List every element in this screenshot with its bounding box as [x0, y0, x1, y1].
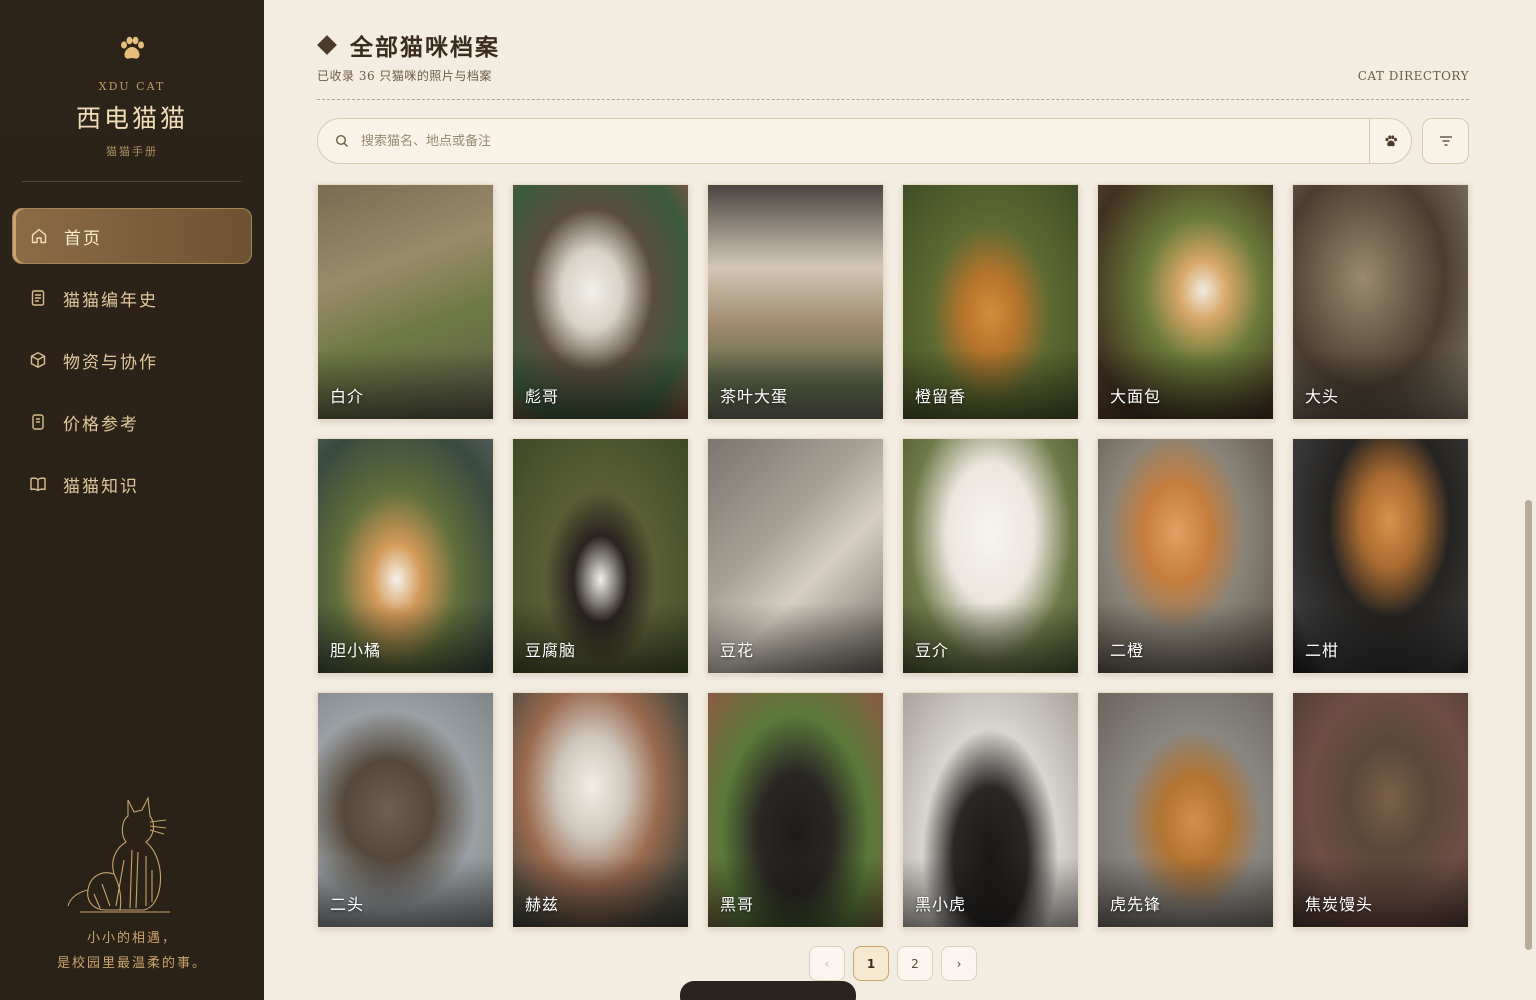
nav-item-supplies[interactable]: 物资与协作: [12, 332, 252, 388]
nav-item-chronicle[interactable]: 猫猫编年史: [12, 270, 252, 326]
cat-card[interactable]: 茶叶大蛋: [707, 184, 884, 420]
bottom-dock[interactable]: [680, 981, 856, 1000]
tagline-line-1: 小小的相遇，: [86, 931, 177, 946]
cat-name: 胆小橘: [330, 641, 382, 660]
cat-name: 虎先锋: [1110, 895, 1162, 914]
nav-label: 首页: [64, 228, 102, 249]
cat-card[interactable]: 豆腐脑: [512, 438, 689, 674]
page-button-2[interactable]: 2: [897, 946, 933, 981]
sidebar: XDU CAT 西电猫猫 猫猫手册 首页 猫猫编年史 物资与协作 价格参考 猫猫…: [0, 0, 264, 1000]
cat-name: 豆花: [720, 641, 755, 660]
cat-card[interactable]: 豆花: [707, 438, 884, 674]
search-icon: [335, 134, 348, 147]
cat-card[interactable]: 橙留香: [902, 184, 1079, 420]
nav-label: 物资与协作: [63, 352, 158, 373]
brand: XDU CAT 西电猫猫 猫猫手册: [0, 0, 264, 159]
scrollbar[interactable]: [1525, 500, 1532, 950]
cat-card[interactable]: 赫兹: [512, 692, 689, 928]
sidebar-tagline: 小小的相遇， 是校园里最温柔的事。: [0, 926, 264, 976]
cat-name: 二橙: [1110, 641, 1145, 660]
nav-label: 猫猫知识: [63, 476, 139, 497]
cat-name: 大面包: [1110, 387, 1162, 406]
cat-name: 赫兹: [525, 895, 560, 914]
page-title: 全部猫咪档案: [350, 34, 500, 61]
cat-card[interactable]: 二柑: [1292, 438, 1469, 674]
cat-name: 白介: [330, 387, 365, 406]
cat-card[interactable]: 白介: [317, 184, 494, 420]
cat-card[interactable]: 豆介: [902, 438, 1079, 674]
next-page-button[interactable]: ›: [941, 946, 977, 981]
cat-card[interactable]: 二橙: [1097, 438, 1274, 674]
sidebar-nav: 首页 猫猫编年史 物资与协作 价格参考 猫猫知识: [12, 208, 252, 518]
pagination: ‹ 1 2 ›: [809, 946, 977, 981]
search-input[interactable]: [361, 133, 1369, 149]
header-divider: [317, 99, 1469, 100]
cat-card[interactable]: 大面包: [1097, 184, 1274, 420]
cat-sketch-illustration: [67, 796, 170, 913]
prev-page-button[interactable]: ‹: [809, 946, 845, 981]
cat-card[interactable]: 黑哥: [707, 692, 884, 928]
cat-name: 二柑: [1305, 641, 1340, 660]
directory-label: CAT DIRECTORY: [1357, 69, 1469, 83]
cat-card[interactable]: 彪哥: [512, 184, 689, 420]
cat-name: 大头: [1305, 387, 1340, 406]
nav-item-home[interactable]: 首页: [12, 208, 252, 264]
cat-card[interactable]: 胆小橘: [317, 438, 494, 674]
cat-card[interactable]: 二头: [317, 692, 494, 928]
brand-name: 西电猫猫: [75, 104, 188, 133]
search-bar: [317, 118, 1412, 164]
document-icon: [31, 290, 45, 306]
paw-search-button[interactable]: [1369, 119, 1411, 163]
page-subtitle: 已收录 36 只猫咪的照片与档案: [317, 69, 492, 83]
book-icon: [30, 477, 46, 492]
page-button-1[interactable]: 1: [853, 946, 889, 981]
home-icon: [31, 228, 47, 244]
paw-logo-icon: [121, 36, 144, 59]
cat-name: 茶叶大蛋: [720, 387, 789, 406]
cat-card[interactable]: 大头: [1292, 184, 1469, 420]
brand-english: XDU CAT: [98, 80, 166, 93]
paw-icon: [1385, 134, 1397, 146]
nav-label: 猫猫编年史: [63, 290, 158, 311]
nav-item-prices[interactable]: 价格参考: [12, 394, 252, 450]
cat-name: 黑哥: [720, 895, 755, 914]
nav-item-knowledge[interactable]: 猫猫知识: [12, 456, 252, 512]
diamond-icon: [317, 35, 337, 55]
sidebar-divider: [22, 181, 241, 182]
tagline-line-2: 是校园里最温柔的事。: [56, 956, 207, 971]
brand-subtitle: 猫猫手册: [106, 145, 158, 158]
main-content: 全部猫咪档案 已收录 36 只猫咪的照片与档案 CAT DIRECTORY 白介…: [264, 0, 1536, 1000]
cat-name: 焦炭馒头: [1305, 895, 1374, 914]
receipt-icon: [32, 414, 44, 430]
cat-name: 橙留香: [915, 387, 967, 406]
cat-name: 黑小虎: [915, 895, 967, 914]
cat-name: 二头: [330, 895, 365, 914]
filter-icon: [1439, 136, 1452, 146]
cat-name: 豆腐脑: [525, 641, 577, 660]
cat-card[interactable]: 焦炭馒头: [1292, 692, 1469, 928]
filter-button[interactable]: [1422, 118, 1469, 164]
nav-label: 价格参考: [63, 414, 139, 435]
cat-card[interactable]: 虎先锋: [1097, 692, 1274, 928]
cat-name: 彪哥: [525, 387, 560, 406]
title-row: 全部猫咪档案: [317, 28, 500, 62]
cat-name: 豆介: [915, 641, 950, 660]
cat-card[interactable]: 黑小虎: [902, 692, 1079, 928]
box-icon: [30, 352, 46, 368]
